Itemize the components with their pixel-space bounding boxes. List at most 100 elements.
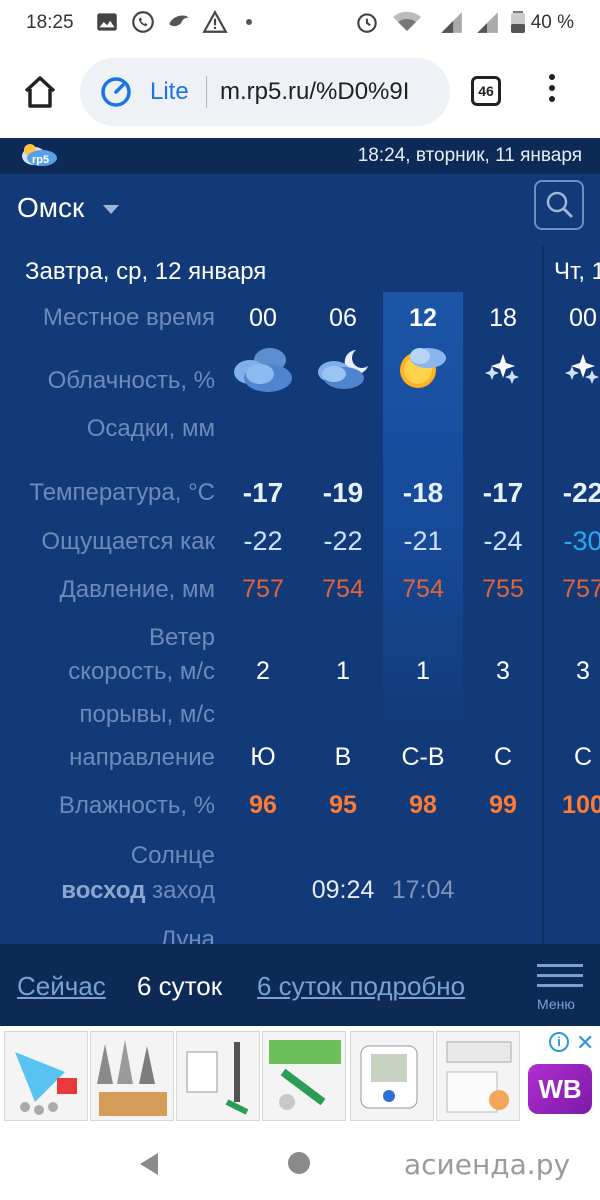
pressure-cell: 757 (242, 575, 284, 603)
battery-icon (511, 11, 525, 33)
bottom-navigation: Сейчас 6 суток 6 суток подробно Меню (0, 944, 600, 1026)
metal-cones-icon (97, 1040, 167, 1116)
whatsapp-icon (132, 11, 154, 33)
wind-speed-cell: 3 (576, 657, 590, 685)
site-header: rp5 18:24, вторник, 11 января (0, 138, 600, 174)
humidity-cell: 99 (489, 791, 517, 819)
hour-cell: 06 (329, 304, 357, 332)
wind-speed-cell: 1 (416, 657, 430, 685)
label-pressure: Давление, мм (59, 576, 216, 603)
wifi-icon (393, 11, 421, 31)
ad-product-image[interactable] (176, 1031, 260, 1121)
blood-pressure-monitor-icon (360, 1045, 418, 1109)
humidity-cell: 100 (562, 791, 600, 819)
wind-direction-cell: С (573, 743, 593, 771)
pressure-cell: 754 (322, 575, 364, 603)
app-notification-icon (169, 15, 189, 27)
ad-close-icon[interactable]: ✕ (576, 1030, 594, 1056)
menu-label[interactable]: Меню (537, 996, 575, 1012)
home-icon[interactable] (20, 72, 60, 112)
wb-logo[interactable]: WB (528, 1064, 592, 1114)
hour-cell: 00 (569, 304, 597, 332)
ad-product-image[interactable] (90, 1031, 174, 1121)
tab-switcher-button[interactable]: 46 (471, 76, 501, 106)
feels-cell: -24 (483, 526, 523, 556)
nav-now-link[interactable]: Сейчас (17, 971, 106, 1002)
nav-six-days[interactable]: 6 суток (137, 971, 222, 1002)
label-temperature: Температура, °C (29, 479, 215, 506)
ad-product-image[interactable] (436, 1031, 520, 1121)
ad-info-icon[interactable]: i (549, 1032, 569, 1052)
wind-speed-cell: 1 (336, 657, 350, 685)
pressure-cell: 755 (482, 575, 524, 603)
wind-direction-cell: Ю (250, 743, 276, 771)
temp-cell: -17 (242, 477, 284, 508)
hour-cell-current: 12 (409, 304, 437, 332)
label-sunrise: восход (61, 877, 146, 904)
label-precip: Осадки, мм (86, 415, 215, 442)
spring-tool-icon (186, 1042, 249, 1115)
feels-cell: -30 (563, 526, 600, 556)
wind-direction-cell: В (334, 743, 352, 771)
wind-direction-cell: С-В (401, 743, 445, 771)
tapetool-icon (269, 1040, 341, 1110)
address-divider (206, 76, 207, 108)
ad-product-image[interactable] (262, 1031, 346, 1121)
lite-mode-label[interactable]: Lite (150, 78, 189, 106)
piping-bag-icon (15, 1052, 77, 1115)
temp-cell: -19 (322, 477, 364, 508)
pastry-supplies-icon (446, 1041, 512, 1113)
chevron-down-icon[interactable] (103, 205, 119, 214)
temp-cell: -18 (402, 477, 444, 508)
ad-product-image[interactable] (350, 1031, 434, 1121)
feels-cell: -22 (243, 526, 283, 556)
label-direction: направление (69, 744, 215, 771)
rp5-logo-icon[interactable]: rp5 (20, 142, 60, 168)
home-circle-icon[interactable] (288, 1152, 310, 1174)
wind-speed-cell: 3 (496, 657, 510, 685)
address-bar[interactable]: Lite m.rp5.ru/%D0%9I (80, 58, 450, 126)
overflow-menu-icon[interactable] (544, 74, 560, 110)
humidity-cell: 98 (409, 791, 437, 819)
label-sun: Солнце (130, 842, 215, 869)
logo-text: rp5 (32, 154, 49, 166)
temp-cell: -22 (562, 477, 600, 508)
android-navigation-bar: асиенда.ру (0, 1124, 600, 1200)
clear-night-stars-icon (565, 354, 599, 384)
search-icon (546, 191, 573, 218)
back-icon[interactable] (136, 1150, 162, 1178)
label-humidity: Влажность, % (58, 792, 215, 819)
label-gusts: порывы, м/с (79, 701, 215, 728)
search-button[interactable] (534, 180, 584, 230)
label-wind: Ветер (149, 624, 215, 651)
humidity-cell: 95 (329, 791, 357, 819)
next-day-title: Чт, 1 (554, 258, 600, 285)
browser-toolbar: Lite m.rp5.ru/%D0%9I 46 (0, 46, 600, 138)
warning-icon (202, 10, 228, 33)
dot-icon (246, 19, 252, 25)
wind-speed-cell: 2 (256, 657, 270, 685)
ad-product-image[interactable] (4, 1031, 88, 1121)
label-local-time: Местное время (42, 304, 215, 331)
site-datetime: 18:24, вторник, 11 января (357, 145, 582, 166)
watermark: асиенда.ру (404, 1148, 571, 1181)
hour-cell: 00 (249, 304, 277, 332)
lite-mode-icon[interactable] (100, 76, 132, 108)
cloudy-night-icon (234, 348, 292, 392)
label-wind-speed: скорость, м/с (68, 658, 215, 685)
nav-six-days-detailed-link[interactable]: 6 суток подробно (257, 971, 465, 1002)
day-title: Завтра, ср, 12 января (25, 258, 267, 285)
sunrise-time: 09:24 (311, 876, 375, 904)
url-text[interactable]: m.rp5.ru/%D0%9I (220, 78, 432, 106)
ad-banner[interactable]: i ✕ WB (0, 1026, 600, 1124)
hamburger-menu-icon[interactable] (537, 964, 583, 994)
image-notification-icon (97, 13, 117, 31)
wind-direction-cell: С (493, 743, 513, 771)
status-bar: 18:25 40 % (0, 0, 600, 46)
battery-percent: 40 % (530, 12, 574, 33)
label-sunrise-sunset: восход заход (61, 877, 215, 905)
feels-cell: -21 (403, 526, 443, 556)
hour-cell: 18 (489, 304, 517, 332)
city-selector[interactable]: Омск (17, 192, 84, 224)
label-feels-like: Ощущается как (41, 528, 215, 555)
